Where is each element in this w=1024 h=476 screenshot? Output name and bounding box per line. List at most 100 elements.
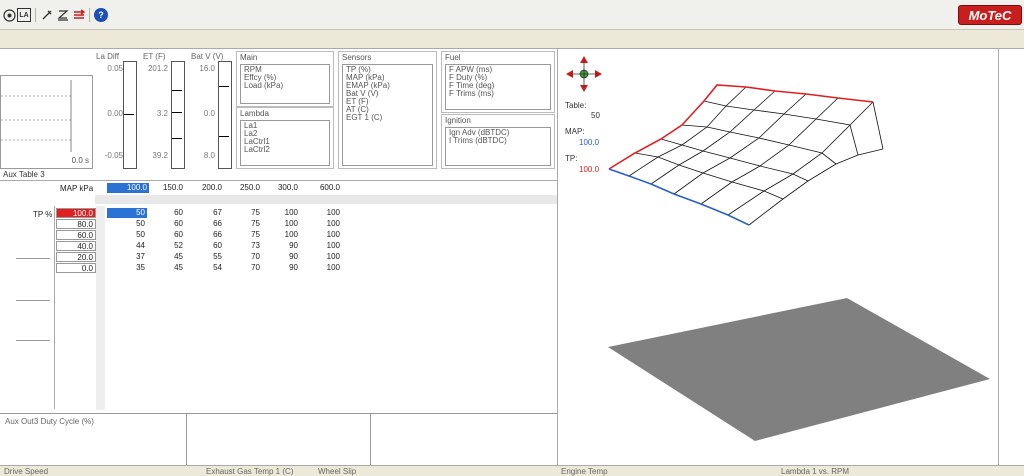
tp-row-cell[interactable]: 40.0 — [56, 241, 96, 251]
table-cell[interactable]: 100 — [300, 263, 342, 273]
map-label: MAP: — [565, 127, 585, 136]
list-item[interactable]: EGT 1 (C) — [346, 114, 429, 122]
table-cell[interactable]: 60 — [149, 230, 185, 240]
gauge-value-la-diff-top: 0.05 — [107, 64, 123, 73]
map-header-cell[interactable]: 250.0 — [224, 183, 262, 193]
table-cell[interactable]: 100 — [300, 219, 342, 229]
table-cell[interactable]: 100 — [300, 208, 342, 218]
gauge-title-bat-v: Bat V (V) — [191, 52, 224, 61]
tp-row-cell[interactable]: 100.0 — [56, 208, 96, 218]
map-header-cell[interactable]: 600.0 — [300, 183, 342, 193]
group-list-main[interactable]: RPM Effcy (%) Load (kPa) — [240, 64, 330, 104]
map-header-cell[interactable]: 150.0 — [149, 183, 185, 193]
table-cell[interactable]: 37 — [107, 252, 147, 262]
group-list-fuel[interactable]: F APW (ms) F Duty (%) F Time (deg) F Tri… — [445, 64, 551, 110]
group-list-ignition[interactable]: Ign Adv (dBTDC) I Trims (dBTDC) — [445, 127, 551, 166]
list-item[interactable]: Load (kPa) — [244, 82, 326, 90]
table-cell[interactable]: 45 — [149, 263, 185, 273]
table-cell[interactable]: 54 — [186, 263, 224, 273]
table-cell[interactable]: 90 — [262, 263, 300, 273]
table-cell[interactable]: 100 — [262, 219, 300, 229]
gauge-value-et-bot: 39.2 — [152, 151, 168, 160]
group-list-lambda[interactable]: La1 La2 LaCtrl1 LaCtrl2 — [240, 120, 330, 166]
table-label: Table: — [565, 101, 587, 110]
map-edge-line — [608, 168, 750, 226]
group-fuel: Fuel F APW (ms) F Duty (%) F Time (deg) … — [441, 51, 555, 113]
table-cell[interactable]: 60 — [149, 219, 185, 229]
group-list-sensors[interactable]: TP (%) MAP (kPa) EMAP (kPa) Bat V (V) ET… — [342, 64, 433, 166]
tp-row-cell[interactable]: 0.0 — [56, 263, 96, 273]
list-item[interactable]: F Trims (ms) — [449, 90, 547, 98]
table-cell[interactable]: 90 — [262, 252, 300, 262]
table-cell[interactable]: 50 — [107, 230, 147, 240]
group-title-sensors: Sensors — [342, 53, 372, 62]
gauge-value-et-mid: 3.2 — [156, 109, 168, 118]
table-value: 50 — [591, 111, 600, 120]
gauge-value-et-top: 201.2 — [147, 64, 168, 73]
table-cell[interactable]: 75 — [224, 208, 262, 218]
table-icon[interactable] — [72, 8, 86, 22]
table-cell[interactable]: 44 — [107, 241, 147, 251]
table-cell[interactable]: 100 — [262, 230, 300, 240]
tp-row-cell[interactable]: 60.0 — [56, 230, 96, 240]
surface-plot[interactable] — [558, 49, 998, 466]
table-sidebar — [0, 206, 55, 409]
group-title-main: Main — [240, 53, 258, 62]
table-cell[interactable]: 35 — [107, 263, 147, 273]
table-cell[interactable]: 100 — [262, 208, 300, 218]
toolbar-separator — [35, 8, 36, 22]
map-value: 100.0 — [579, 138, 600, 147]
table-cell[interactable]: 100 — [300, 252, 342, 262]
tp-value: 100.0 — [579, 165, 600, 174]
table-cell[interactable]: 52 — [149, 241, 185, 251]
la-icon[interactable]: LA — [17, 8, 31, 22]
tool-icon[interactable] — [40, 8, 54, 22]
toolbar-separator — [89, 8, 90, 22]
table-cell[interactable]: 66 — [186, 219, 224, 229]
list-item[interactable]: I Trims (dBTDC) — [449, 137, 547, 145]
tp-edge-line — [608, 124, 683, 170]
table-cell[interactable]: 70 — [224, 263, 262, 273]
gauge-bar-et — [171, 61, 185, 169]
map-header-cell[interactable]: 300.0 — [262, 183, 300, 193]
help-icon[interactable]: ? — [94, 8, 108, 22]
right-scroll-panel[interactable] — [998, 49, 1024, 466]
table-cell[interactable]: 50 — [107, 219, 147, 229]
table-cell[interactable]: 55 — [186, 252, 224, 262]
tp-row-cell[interactable]: 80.0 — [56, 219, 96, 229]
table-cell[interactable]: 60 — [149, 208, 185, 218]
table-cell[interactable]: 90 — [262, 241, 300, 251]
table-cell[interactable]: 100 — [300, 230, 342, 240]
panel-empty — [188, 414, 371, 466]
gauge-value-la-diff-bot: -0.05 — [104, 151, 123, 160]
toolbar: LA ? MoTeC — [0, 0, 1024, 30]
gauge-icon[interactable] — [2, 8, 16, 22]
map-header-cell[interactable]: 200.0 — [186, 183, 224, 193]
table-cell[interactable]: 75 — [224, 219, 262, 229]
table-cell[interactable]: 60 — [186, 241, 224, 251]
table-cell[interactable]: 67 — [186, 208, 224, 218]
table-cell[interactable]: 50 — [107, 208, 147, 218]
table-cell[interactable]: 70 — [224, 252, 262, 262]
group-title-lambda: Lambda — [240, 109, 269, 118]
gauge-title-la-diff: La Diff — [96, 52, 119, 61]
tp-row-cell[interactable]: 20.0 — [56, 252, 96, 262]
scrollbar-gutter[interactable] — [96, 206, 105, 410]
map-header-cell[interactable]: 100.0 — [107, 183, 149, 193]
trend-graph: 0.0 s — [0, 75, 93, 169]
group-main: Main RPM Effcy (%) Load (kPa) — [236, 51, 334, 107]
table-cell[interactable]: 66 — [186, 230, 224, 240]
table-cell[interactable]: 73 — [224, 241, 262, 251]
gauge-value-bat-v-bot: 8.0 — [203, 151, 215, 160]
table-cell[interactable]: 75 — [224, 230, 262, 240]
group-ignition: Ignition Ign Adv (dBTDC) I Trims (dBTDC) — [441, 114, 555, 169]
z-icon[interactable] — [56, 8, 70, 22]
gauge-value-la-diff-mid: 0.00 — [107, 109, 123, 118]
table-cell[interactable]: 45 — [149, 252, 185, 262]
gauge-value-bat-v-top: 16.0 — [199, 64, 215, 73]
surface-grid — [608, 84, 884, 226]
x-axis-label: MAP kPa — [60, 184, 94, 193]
list-item[interactable]: LaCtrl2 — [244, 146, 326, 154]
table-cell[interactable]: 100 — [300, 241, 342, 251]
table-3d-view[interactable]: Table: 50 MAP: 100.0 TP: 100.0 — [557, 49, 998, 466]
